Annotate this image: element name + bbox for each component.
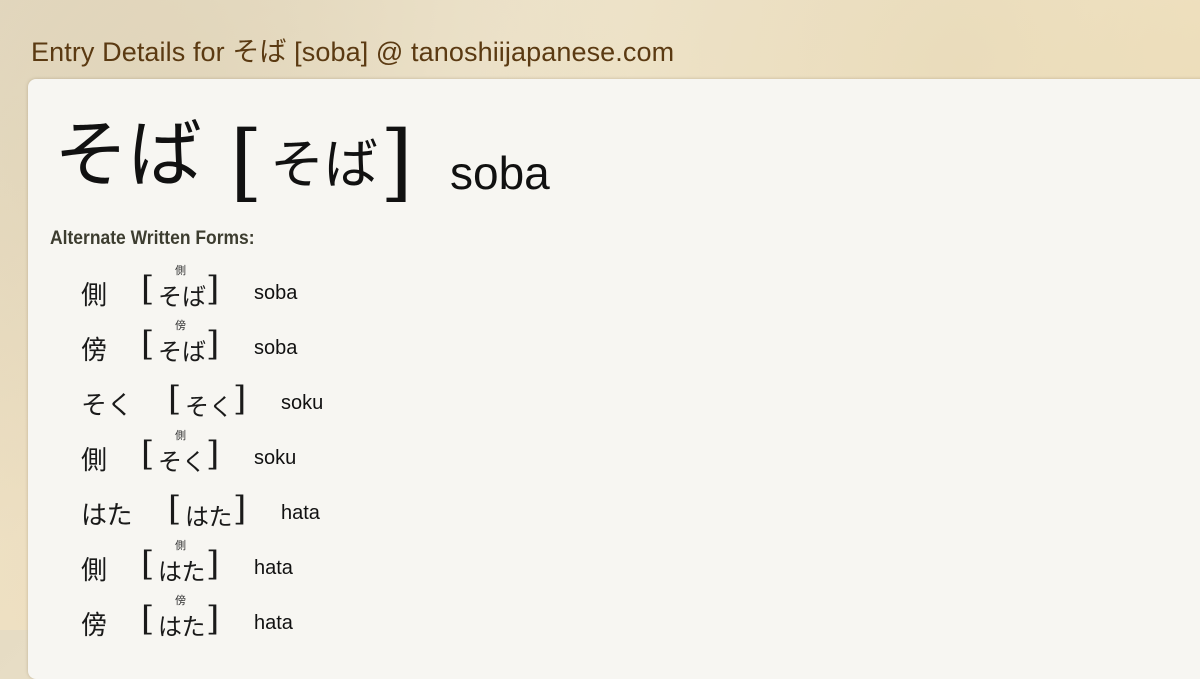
alternate-form-row: 傍[傍そば] soba (0, 319, 600, 385)
entry-headword: そば (54, 112, 202, 198)
furigana-ruby: 側 (175, 429, 186, 442)
reading-close-bracket: ] (206, 599, 220, 639)
alternate-form-text: 側 (81, 281, 108, 311)
alternate-form-romaji: hata (254, 612, 293, 634)
alternate-form-row: 側[側そば] soba (0, 264, 600, 330)
alternate-form-reading: そく (158, 448, 206, 476)
alternate-form-reading: そば (158, 283, 206, 311)
alternate-form-romaji: soku (281, 392, 324, 414)
alternate-form-romaji: hata (281, 502, 320, 524)
furigana-ruby: 側 (175, 264, 186, 277)
alternate-form-text: 側 (81, 446, 108, 476)
reading-open-bracket: [ (141, 324, 155, 364)
alternate-form-text: そく (81, 391, 134, 421)
alternate-form-row: 側[側はた] hata (0, 539, 600, 605)
reading-open-bracket: [ (141, 434, 155, 474)
reading-close-bracket: ] (233, 489, 247, 529)
reading-open-bracket: [ (141, 544, 155, 584)
alternate-form-reading: はた (185, 503, 233, 531)
alternate-form-row: はた[はた] hata (0, 489, 600, 550)
reading-close-bracket: ] (206, 544, 220, 584)
reading-close-bracket: ] (206, 324, 220, 364)
alternate-form-text: 傍 (81, 336, 108, 366)
reading-close-bracket: ] (380, 113, 413, 211)
reading-open-bracket: [ (141, 269, 155, 309)
alternate-form-row: そく[そく] soku (0, 379, 600, 440)
alternate-form-romaji: soba (254, 282, 298, 304)
furigana-ruby: 側 (175, 539, 186, 552)
alternate-form-reading: そば (158, 338, 206, 366)
reading-open-bracket: [ (168, 489, 182, 529)
alternate-form-text: はた (81, 501, 133, 531)
reading-close-bracket: ] (206, 269, 220, 309)
alternate-form-romaji: soba (254, 337, 298, 359)
entry-reading: そば (270, 133, 378, 196)
reading-open-bracket: [ (230, 113, 263, 211)
reading-close-bracket: ] (206, 434, 220, 474)
alternate-form-text: 傍 (81, 611, 108, 641)
entry-romaji: soba (450, 147, 550, 199)
furigana-ruby: 傍 (175, 319, 186, 332)
reading-close-bracket: ] (233, 379, 247, 419)
reading-open-bracket: [ (168, 379, 182, 419)
alternate-form-romaji: hata (254, 557, 293, 579)
furigana-ruby: 傍 (175, 594, 186, 607)
alternate-form-reading: はた (158, 558, 206, 586)
alternate-form-row: 傍[傍はた] hata (0, 594, 600, 660)
alternate-form-romaji: soku (254, 447, 297, 469)
reading-open-bracket: [ (141, 599, 155, 639)
alternate-form-reading: はた (158, 613, 206, 641)
page-title: Entry Details for そば [soba] @ tanoshiija… (31, 37, 675, 67)
alternate-form-row: 側[側そく] soku (0, 429, 600, 495)
alternate-form-reading: そく (185, 393, 233, 421)
alternate-form-text: 側 (81, 556, 108, 586)
alternate-forms-heading: Alternate Written Forms: (50, 228, 255, 249)
